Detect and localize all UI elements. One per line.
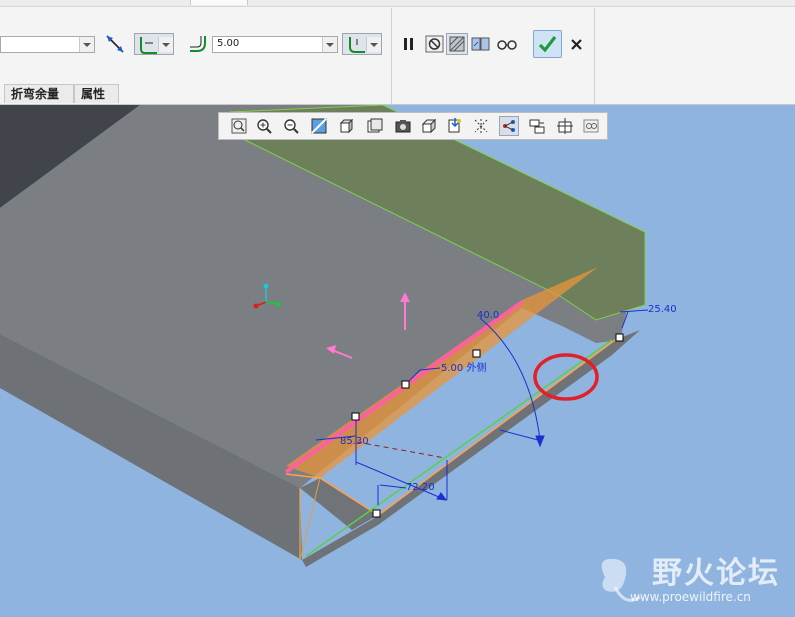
active-tab-marker bbox=[190, 0, 248, 5]
offset-left-dimension-label[interactable]: 72.20 bbox=[406, 482, 435, 493]
ribbon-tab-strip bbox=[0, 0, 795, 7]
cancel-x-icon bbox=[571, 39, 582, 50]
datum-points-icon[interactable] bbox=[499, 116, 519, 136]
csys-axis-tip bbox=[253, 303, 259, 309]
chevron-down-icon[interactable] bbox=[366, 37, 381, 52]
chevron-down-icon[interactable] bbox=[79, 37, 94, 52]
view-toolbar bbox=[218, 112, 608, 140]
radius-side-button[interactable] bbox=[187, 33, 209, 55]
refit-icon[interactable] bbox=[229, 116, 249, 136]
repaint-icon[interactable] bbox=[309, 116, 329, 136]
pause-button[interactable] bbox=[398, 33, 420, 55]
angle-dimension-label[interactable]: 40.0 bbox=[477, 310, 499, 321]
logo-butterfly bbox=[601, 558, 627, 592]
datum-planes-icon[interactable] bbox=[445, 116, 465, 136]
tab-bend-allowance[interactable]: 折弯余量 bbox=[4, 84, 74, 103]
drag-handle[interactable] bbox=[372, 509, 381, 518]
drag-handle[interactable] bbox=[472, 349, 481, 358]
view-manager-icon[interactable] bbox=[365, 116, 385, 136]
stop-icon bbox=[425, 35, 444, 53]
flip-direction-button[interactable] bbox=[104, 33, 126, 55]
divider bbox=[391, 8, 392, 104]
annotation-icon[interactable] bbox=[555, 116, 575, 136]
feature-dashboard: 5.00 折弯余量 属性 bbox=[0, 0, 795, 105]
apply-check-icon bbox=[538, 36, 557, 53]
saved-views-icon[interactable] bbox=[393, 116, 413, 136]
flip-icon bbox=[106, 35, 124, 53]
spin-center-icon[interactable] bbox=[581, 116, 601, 136]
cancel-button[interactable] bbox=[566, 33, 588, 55]
preview-button[interactable] bbox=[446, 33, 468, 55]
glasses-button[interactable] bbox=[496, 33, 518, 55]
glasses-icon bbox=[497, 40, 517, 50]
placement-reference-select[interactable] bbox=[0, 36, 95, 53]
drag-handle[interactable] bbox=[351, 412, 360, 421]
drag-handle[interactable] bbox=[615, 333, 624, 342]
width-dimension-label[interactable]: 85.30 bbox=[340, 436, 369, 447]
verify-icon bbox=[471, 37, 490, 51]
csys-axis-tip bbox=[263, 283, 269, 289]
datum-axes-icon[interactable] bbox=[471, 116, 491, 136]
csys-axis-tip bbox=[275, 301, 281, 307]
radius-dimension-label[interactable]: 5.00 外侧 bbox=[441, 361, 486, 374]
thickness-input[interactable]: 5.00 bbox=[212, 36, 338, 53]
zoom-in-icon[interactable] bbox=[254, 116, 274, 136]
pause-icon bbox=[404, 38, 413, 50]
relief-type-button[interactable] bbox=[342, 33, 382, 55]
watermark-url: www.proewildfire.cn bbox=[630, 590, 751, 604]
divider bbox=[594, 8, 595, 104]
offset-right-dimension-label[interactable]: 25.40 bbox=[648, 304, 677, 315]
tab-properties[interactable]: 属性 bbox=[74, 84, 119, 103]
shading-icon[interactable] bbox=[337, 116, 357, 136]
bend-type-button[interactable] bbox=[134, 33, 174, 55]
preview-icon bbox=[449, 36, 465, 52]
chevron-down-icon[interactable] bbox=[322, 37, 337, 52]
drag-handle[interactable] bbox=[401, 380, 410, 389]
chevron-down-icon[interactable] bbox=[158, 37, 173, 52]
radius-icon bbox=[190, 36, 206, 52]
model-viewport[interactable]: 40.0 5.00 外侧 85.30 72.20 25.40 bbox=[0, 105, 795, 615]
watermark-title: 野火论坛 bbox=[652, 556, 780, 591]
csys-icon[interactable] bbox=[527, 116, 547, 136]
no-preview-button[interactable] bbox=[424, 33, 446, 55]
verify-button[interactable] bbox=[470, 33, 492, 55]
apply-button[interactable] bbox=[533, 30, 562, 58]
zoom-out-icon[interactable] bbox=[281, 116, 301, 136]
orient-icon[interactable] bbox=[419, 116, 439, 136]
thickness-value: 5.00 bbox=[217, 38, 240, 49]
